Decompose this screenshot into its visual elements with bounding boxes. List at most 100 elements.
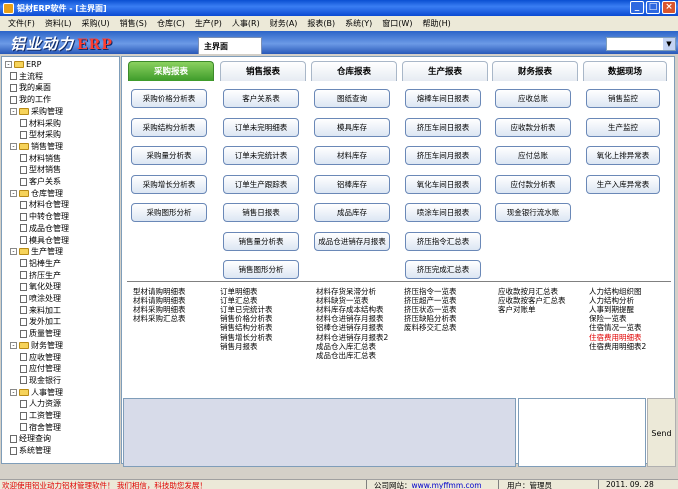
report-button[interactable]: 现金银行流水账 — [495, 203, 571, 222]
tab-report[interactable]: 财务报表 — [492, 61, 578, 81]
report-button[interactable]: 氧化车间日报表 — [405, 174, 481, 194]
tree-item[interactable]: - 仓库管理 — [10, 188, 63, 199]
report-button[interactable]: 订单未完明细表 — [223, 117, 299, 137]
report-button[interactable]: 销售图形分析 — [223, 260, 299, 279]
tree-item[interactable]: 客户关系 — [20, 176, 61, 187]
tree-item[interactable]: - ERP — [5, 59, 41, 70]
report-button[interactable]: 挤压指令汇总表 — [405, 231, 481, 251]
minimize-icon[interactable]: _ — [630, 1, 644, 14]
menu-item[interactable]: 生产(P) — [190, 18, 227, 29]
message-input[interactable] — [518, 398, 646, 467]
report-button[interactable]: 应收款分析表 — [495, 117, 571, 137]
report-link[interactable]: 废料移交汇总表 — [404, 322, 457, 333]
menu-item[interactable]: 销售(S) — [115, 18, 152, 29]
tree-item[interactable]: 喷涂处理 — [20, 293, 61, 304]
report-button[interactable]: 材料库存 — [314, 146, 390, 165]
tree-item[interactable]: 工资管理 — [20, 410, 61, 421]
tree-item[interactable]: 人力资源 — [20, 398, 61, 409]
collapse-icon[interactable]: - — [10, 189, 17, 197]
tab-report[interactable]: 仓库报表 — [311, 61, 397, 81]
collapse-icon[interactable]: - — [10, 248, 17, 256]
menu-item[interactable]: 窗口(W) — [377, 18, 417, 29]
report-button[interactable]: 喷涂车间日报表 — [405, 203, 481, 222]
tree-item[interactable]: 现金银行 — [20, 375, 61, 386]
report-link[interactable]: 住宿费用明细表2 — [589, 341, 646, 352]
menu-item[interactable]: 采购(U) — [77, 18, 115, 29]
window-selector[interactable]: ▼ — [606, 37, 676, 51]
report-button[interactable]: 熔棒车间日报表 — [405, 89, 481, 108]
send-button[interactable]: Send — [647, 398, 676, 467]
tree-item[interactable]: 铝棒生产 — [20, 258, 61, 269]
collapse-icon[interactable]: - — [10, 142, 17, 150]
collapse-icon[interactable]: - — [5, 61, 12, 68]
report-button[interactable]: 铝棒库存 — [314, 174, 390, 194]
tab-report[interactable]: 数据现场 — [583, 61, 667, 81]
tree-item[interactable]: 模具仓管理 — [20, 235, 69, 246]
report-button[interactable]: 采购增长分析表 — [131, 174, 207, 194]
tree-item[interactable]: 型材销售 — [20, 164, 61, 175]
menu-item[interactable]: 系统(Y) — [340, 18, 377, 29]
tree-item[interactable]: - 人事管理 — [10, 387, 63, 398]
report-button[interactable]: 挤压车间日报表 — [405, 117, 481, 137]
report-button[interactable]: 生产入库异常表 — [586, 174, 660, 194]
menu-item[interactable]: 文件(F) — [3, 18, 40, 29]
tree-item[interactable]: - 生产管理 — [10, 246, 63, 257]
collapse-icon[interactable]: - — [10, 341, 17, 349]
report-button[interactable]: 生产监控 — [586, 117, 660, 137]
report-link[interactable]: 销售月报表 — [220, 341, 258, 352]
report-button[interactable]: 图纸查询 — [314, 89, 390, 108]
tree-item[interactable]: 应收管理 — [20, 352, 61, 363]
report-button[interactable]: 氧化上排异常表 — [586, 146, 660, 165]
maximize-icon[interactable]: □ — [646, 1, 660, 14]
menu-item[interactable]: 帮助(H) — [417, 18, 455, 29]
tree-item[interactable]: 主流程 — [10, 71, 43, 82]
tree-item[interactable]: 应付管理 — [20, 363, 61, 374]
report-button[interactable]: 订单未完统计表 — [223, 146, 299, 165]
tab-main[interactable]: 主界面 — [198, 37, 262, 54]
collapse-icon[interactable]: - — [10, 388, 17, 396]
tree-item[interactable]: 我的桌面 — [10, 82, 51, 93]
report-button[interactable]: 应付款分析表 — [495, 174, 571, 194]
tree-item[interactable]: - 销售管理 — [10, 141, 63, 152]
menu-item[interactable]: 人事(R) — [227, 18, 265, 29]
message-log[interactable] — [123, 398, 516, 467]
report-button[interactable]: 成品库存 — [314, 203, 390, 222]
tree-item[interactable]: 经理查询 — [10, 433, 51, 444]
report-button[interactable]: 销售量分析表 — [223, 231, 299, 251]
report-button[interactable]: 挤压车间月报表 — [405, 146, 481, 165]
chevron-down-icon[interactable]: ▼ — [663, 38, 675, 50]
tree-item[interactable]: 质量管理 — [20, 328, 61, 339]
report-button[interactable]: 采购量分析表 — [131, 146, 207, 165]
report-button[interactable]: 销售监控 — [586, 89, 660, 108]
report-button[interactable]: 挤压完成汇总表 — [405, 260, 481, 279]
tree-item[interactable]: 发外加工 — [20, 316, 61, 327]
tree-item[interactable]: 宿舍管理 — [20, 422, 61, 433]
report-link[interactable]: 客户对账单 — [498, 304, 536, 315]
tree-item[interactable]: 中转仓管理 — [20, 211, 69, 222]
report-button[interactable]: 销售日报表 — [223, 203, 299, 222]
menu-item[interactable]: 财务(A) — [265, 18, 303, 29]
report-button[interactable]: 应付总账 — [495, 146, 571, 165]
tree-item[interactable]: 材料采购 — [20, 118, 61, 129]
tree-item[interactable]: - 财务管理 — [10, 340, 63, 351]
tab-report[interactable]: 采购报表 — [128, 61, 214, 81]
tree-item[interactable]: 来料加工 — [20, 305, 61, 316]
report-link[interactable]: 成品仓出库汇总表 — [316, 350, 376, 361]
report-link[interactable]: 材料采购汇总表 — [133, 313, 186, 324]
tree-item[interactable]: 我的工作 — [10, 94, 51, 105]
tab-report[interactable]: 生产报表 — [402, 61, 488, 81]
tree-item[interactable]: 系统管理 — [10, 445, 51, 456]
report-button[interactable]: 订单生产跟踪表 — [223, 174, 299, 194]
report-button[interactable]: 采购价格分析表 — [131, 89, 207, 108]
report-button[interactable]: 应收总账 — [495, 89, 571, 108]
report-button[interactable]: 客户关系表 — [223, 89, 299, 108]
tree-item[interactable]: 型材采购 — [20, 129, 61, 140]
menu-item[interactable]: 仓库(C) — [152, 18, 190, 29]
website-link[interactable]: www.myffmm.com — [412, 481, 482, 489]
tree-item[interactable]: 材料销售 — [20, 153, 61, 164]
report-button[interactable]: 模具库存 — [314, 117, 390, 137]
report-button[interactable]: 采购结构分析表 — [131, 117, 207, 137]
report-button[interactable]: 成品仓进销存月报表 — [314, 231, 390, 251]
collapse-icon[interactable]: - — [10, 107, 17, 115]
menu-item[interactable]: 报表(B) — [302, 18, 340, 29]
